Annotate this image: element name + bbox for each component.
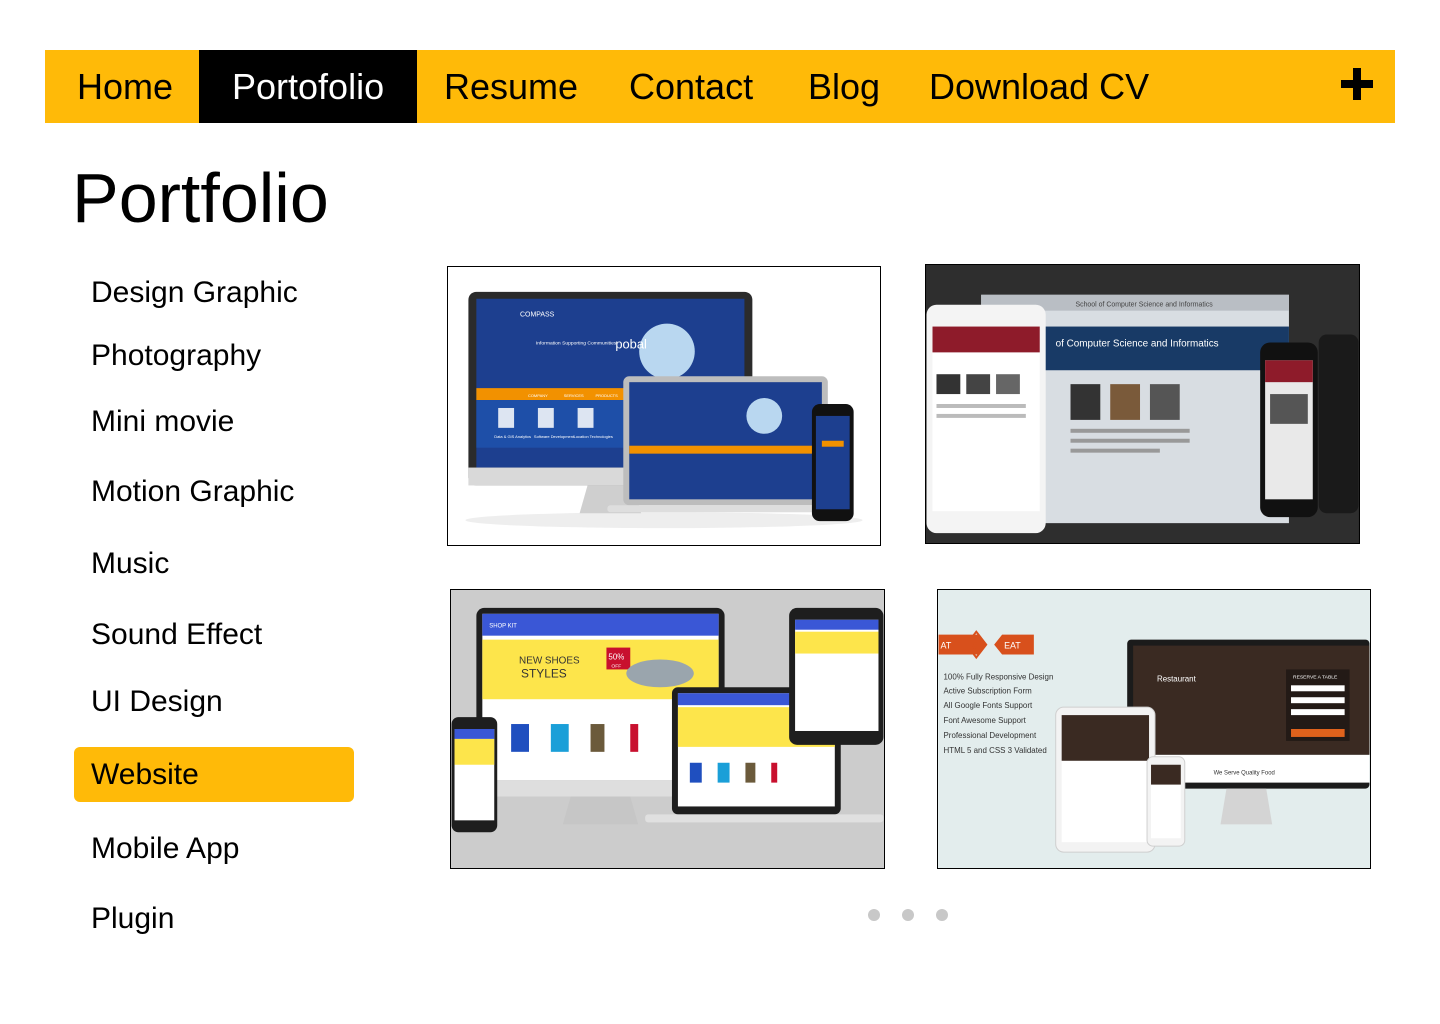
cs-browser-title: School of Computer Science and Informati… — [1075, 302, 1213, 309]
category-sound-effect[interactable]: Sound Effect — [74, 607, 354, 662]
page-title: Portfolio — [72, 159, 329, 237]
restaurant-feature-6: HTML 5 and CSS 3 Validated — [944, 746, 1047, 755]
shop-promo-line1: NEW SHOES — [519, 655, 580, 666]
restaurant-mockup-image: AT & EAT 100% Fully Responsive Design Ac… — [938, 590, 1370, 868]
pobal-logo-text: pobal — [615, 336, 647, 351]
compass-feature-2: Software Development — [534, 434, 575, 439]
portfolio-thumb-compass[interactable]: COMPASS Information Supporting Communiti… — [447, 266, 881, 546]
category-ui-design[interactable]: UI Design — [74, 674, 354, 729]
restaurant-feature-5: Professional Development — [944, 731, 1037, 740]
category-mobile-app[interactable]: Mobile App — [74, 821, 354, 876]
compass-mockup-image: COMPASS Information Supporting Communiti… — [465, 291, 863, 529]
shop-discount-sub: OFF — [611, 663, 621, 669]
shop-discount: 50% — [608, 653, 624, 662]
pagination-dot-2[interactable] — [902, 909, 914, 921]
restaurant-feature-3: All Google Fonts Support — [944, 701, 1033, 710]
nav-download-cv[interactable]: Download CV — [929, 50, 1149, 123]
restaurant-feature-1: 100% Fully Responsive Design — [944, 672, 1054, 681]
compass-menu-services: SERVICES — [564, 393, 584, 398]
portfolio-thumb-restaurant[interactable]: AT & EAT 100% Fully Responsive Design Ac… — [937, 589, 1371, 869]
plus-icon[interactable] — [1341, 64, 1373, 104]
restaurant-feature-2: Active Subscription Form — [944, 686, 1033, 695]
restaurant-logo-mid: & — [971, 641, 979, 653]
restaurant-logo-left: AT — [941, 641, 952, 651]
compass-hero-text: Information Supporting Communities — [536, 340, 617, 346]
shop-promo-line2: STYLES — [521, 666, 567, 680]
category-music[interactable]: Music — [74, 536, 354, 591]
nav-home[interactable]: Home — [77, 50, 173, 123]
restaurant-form-title: RESERVE A TABLE — [1293, 674, 1338, 680]
restaurant-logo-right: EAT — [1004, 641, 1021, 651]
restaurant-tagline: We Serve Quality Food — [1214, 771, 1275, 777]
pagination-dot-3[interactable] — [936, 909, 948, 921]
restaurant-screen-title: Restaurant — [1157, 674, 1197, 683]
nav-blog[interactable]: Blog — [808, 50, 880, 123]
category-motion-graphic[interactable]: Motion Graphic — [74, 464, 354, 519]
compass-menu-company: COMPANY — [528, 393, 548, 398]
top-navbar: Home Portofolio Resume Contact Blog Down… — [45, 50, 1395, 123]
cs-header-text: of Computer Science and Informatics — [1056, 338, 1219, 349]
nav-contact[interactable]: Contact — [629, 50, 753, 123]
computer-science-mockup-image: School of Computer Science and Informati… — [926, 265, 1359, 543]
category-website[interactable]: Website — [74, 747, 354, 802]
category-plugin[interactable]: Plugin — [74, 891, 354, 946]
nav-portofolio[interactable]: Portofolio — [199, 50, 417, 123]
portfolio-thumb-shop[interactable]: SHOP KIT NEW SHOES STYLES 50% OFF — [450, 589, 885, 869]
pagination-dot-1[interactable] — [868, 909, 880, 921]
shop-mockup-image: SHOP KIT NEW SHOES STYLES 50% OFF — [451, 590, 884, 868]
portfolio-thumb-computer-science[interactable]: School of Computer Science and Informati… — [925, 264, 1360, 544]
shop-brand-text: SHOP KIT — [489, 624, 517, 630]
restaurant-feature-4: Font Awesome Support — [944, 716, 1027, 725]
compass-feature-1: Data & GIS Analytics — [494, 434, 531, 439]
category-photography[interactable]: Photography — [74, 328, 354, 383]
nav-resume[interactable]: Resume — [444, 50, 578, 123]
compass-menu-products: PRODUCTS — [595, 393, 618, 398]
compass-feature-3: Location Technologies — [574, 434, 613, 439]
category-design-graphic[interactable]: Design Graphic — [74, 265, 354, 320]
category-mini-movie[interactable]: Mini movie — [74, 394, 354, 449]
compass-brand-text: COMPASS — [520, 312, 555, 319]
